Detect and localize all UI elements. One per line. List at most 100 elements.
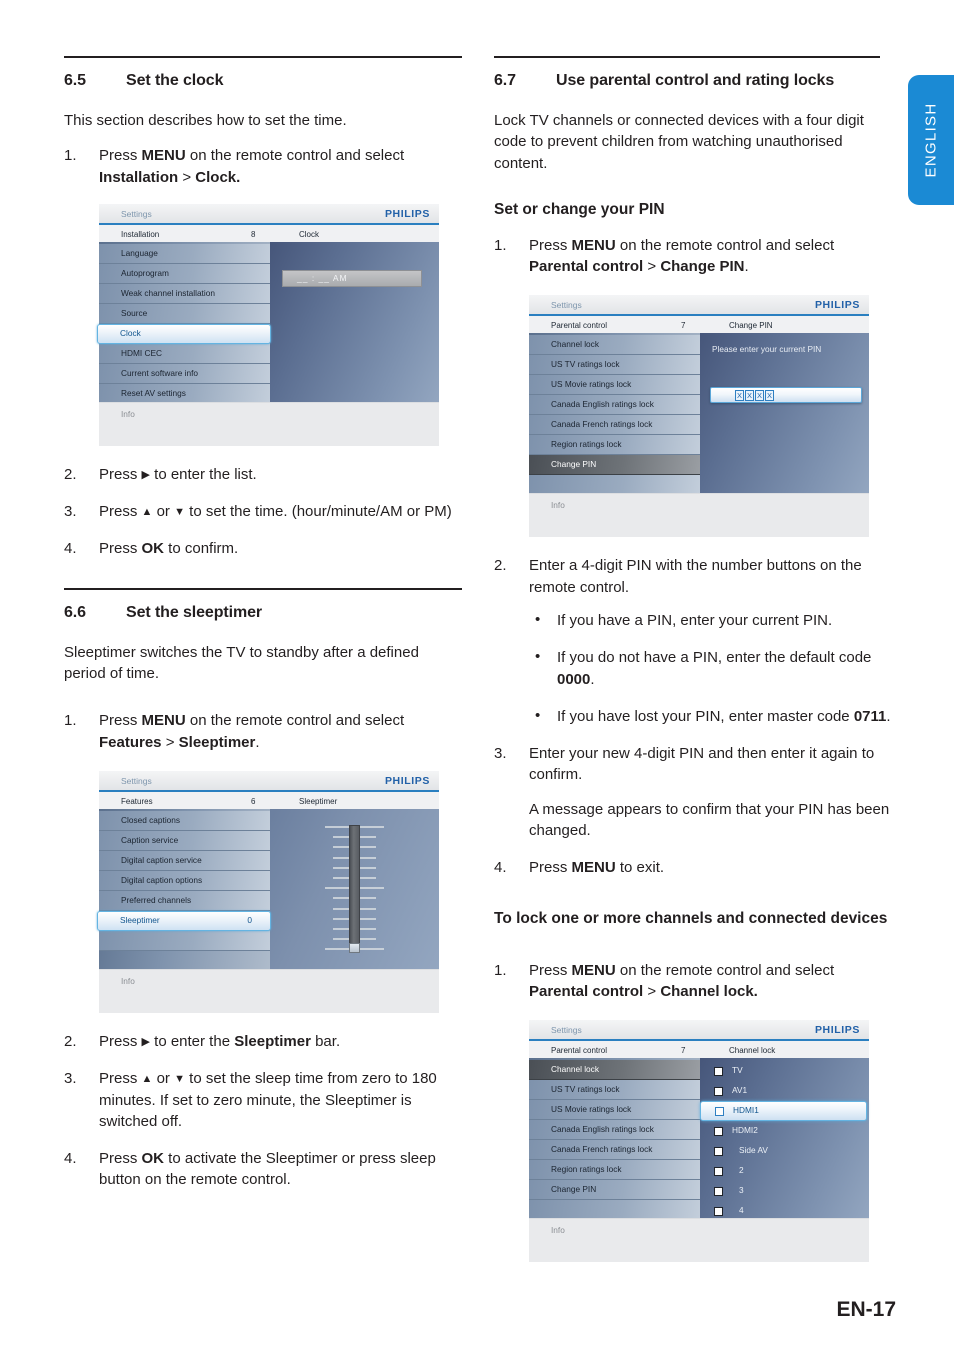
menu-item-label: Channel lock [551,1063,599,1074]
checkbox-icon[interactable] [714,1086,723,1096]
emphasis-text: MENU [571,859,616,877]
checkbox-icon[interactable] [714,1166,723,1176]
clock-value-field[interactable]: __ : __ AM [282,269,422,287]
breadcrumb-count: 7 [681,1046,686,1056]
plain-text: to confirm. [164,540,239,558]
plain-text: on the remote control and select [615,961,835,979]
slider-tick [324,887,349,890]
menu-item[interactable]: Digital caption options [99,870,270,891]
menu-item[interactable]: Source [99,303,270,324]
section-heading-6-5: 6.5 Set the clock [64,72,464,90]
menu-item[interactable]: Preferred channels [99,890,270,911]
steps-list-sleeptimer: 1. Press MENU on the remote control and … [64,710,464,1190]
menu-items-container: Channel lock US TV ratings lock US Movie r… [529,1058,700,1221]
menu-item[interactable]: Current software info [99,363,270,384]
channel-lock-row[interactable]: Side AV [700,1141,869,1161]
channel-lock-row[interactable]: 2 [700,1161,869,1181]
step-item: 1. Press MENU on the remote control and … [64,710,464,1013]
pin-digit-boxes: XXXX [735,389,774,401]
menu-item[interactable]: Digital caption service [99,850,270,871]
pin-digit: X [735,389,744,401]
step-text: Press MENU on the remote control and sel… [529,237,834,275]
menu-item[interactable]: Caption service [99,830,270,851]
menu-item[interactable]: Canada French ratings lock [529,1140,700,1161]
step-number: 3. [494,745,507,763]
menu-item[interactable]: Language [99,243,270,264]
step-text: Press ▶ to enter the Sleeptimer bar. [99,1033,340,1050]
plain-text: Press [99,1070,142,1088]
menu-item-label: US Movie ratings lock [551,379,632,390]
menu-item[interactable]: Channel lock [529,335,700,356]
menu-item[interactable]: US TV ratings lock [529,355,700,376]
step-text: Enter your new 4-digit PIN and then ente… [529,745,874,783]
step-item: 4. Press OK to activate the Sleeptimer o… [64,1148,464,1191]
menu-item-value: 0 [247,915,252,926]
checkbox-icon[interactable] [714,1206,723,1216]
plain-text: > [643,258,661,276]
menu-item-label: Language [121,247,158,258]
plain-text: or [152,1070,175,1088]
step-item: 1. Press MENU on the remote control and … [494,235,894,538]
checkbox-icon[interactable] [715,1106,724,1116]
plain-text: If you do not have a PIN, enter the defa… [557,649,872,667]
subheading-lock-channels: To lock one or more channels and connect… [494,909,888,927]
menu-item-label: US Movie ratings lock [551,1103,632,1114]
step-text: Press MENU on the remote control and sel… [99,147,404,185]
channel-lock-row[interactable]: AV1 [700,1081,869,1101]
slider-handle[interactable] [348,942,360,953]
emphasis-text: Parental control [529,258,644,276]
sleeptimer-slider[interactable] [324,821,385,957]
channel-lock-row[interactable]: HDMI1 [700,1101,867,1122]
pin-input-field[interactable]: XXXX [710,387,862,404]
menu-item[interactable]: Channel lock [529,1060,700,1081]
menu-item[interactable]: Sleeptimer 0 [97,910,271,931]
osd-info-bar: Info [529,493,869,538]
emphasis-text: Sleeptimer [234,1032,311,1050]
osd-titlebar: Settings PHILIPS [99,770,439,792]
menu-item[interactable]: US Movie ratings lock [529,1100,700,1121]
language-tab: ENGLISH [908,75,954,205]
menu-item[interactable]: Change PIN [529,1180,700,1201]
menu-item[interactable]: Reset AV settings [99,383,270,404]
checkbox-icon[interactable] [714,1146,723,1156]
channel-lock-label: HDMI2 [732,1125,758,1136]
channel-lock-row[interactable]: TV [700,1061,869,1081]
menu-item[interactable]: US Movie ratings lock [529,375,700,396]
step-text: Press ▲ or ▼ to set the sleep time from … [99,1070,437,1130]
menu-item[interactable]: Region ratings lock [529,435,700,456]
plain-text: to exit. [615,859,665,877]
menu-item-label: Sleeptimer [120,915,160,926]
menu-item-blank[interactable] [99,930,270,951]
menu-item[interactable]: Change PIN [529,455,700,476]
checkbox-icon[interactable] [714,1186,723,1196]
menu-item[interactable]: HDMI CEC [99,343,270,364]
breadcrumb-count: 7 [681,321,686,331]
checkbox-icon[interactable] [714,1066,723,1076]
menu-item[interactable]: Autoprogram [99,263,270,284]
channel-lock-row[interactable]: HDMI2 [700,1121,869,1141]
menu-item[interactable]: Region ratings lock [529,1160,700,1181]
menu-item[interactable]: Closed captions [99,810,270,831]
plain-text: Press [99,465,142,483]
menu-item[interactable]: Clock [97,323,271,344]
menu-item-label: Digital caption options [121,874,203,885]
osd-body: Language Autoprogram Weak channel installa… [97,241,439,404]
slider-tick [332,876,349,879]
plain-text: on the remote control and select [185,712,405,730]
plain-text: . [255,733,260,751]
menu-item-label: Canada French ratings lock [551,1143,653,1154]
channel-lock-row[interactable]: 3 [700,1181,869,1201]
step-item: 3. Press ▲ or ▼ to set the time. (hour/m… [64,501,464,522]
checkbox-icon[interactable] [714,1126,723,1136]
slider-tick [324,825,349,828]
menu-item-blank[interactable] [529,475,700,496]
osd-detail-panel: TV AV1 HDMI1 HDMI2 Side AV 2 3 4 [700,1058,869,1219]
menu-item-blank[interactable] [529,1200,700,1221]
plain-text: ▲ [141,506,153,519]
menu-item[interactable]: US TV ratings lock [529,1080,700,1101]
menu-item[interactable]: Weak channel installation [99,283,270,304]
menu-item[interactable]: Canada French ratings lock [529,415,700,436]
osd-channellock-menu: Settings PHILIPS Parental control 7 Chan… [529,1020,869,1263]
menu-item[interactable]: Canada English ratings lock [529,1120,700,1141]
menu-item[interactable]: Canada English ratings lock [529,395,700,416]
